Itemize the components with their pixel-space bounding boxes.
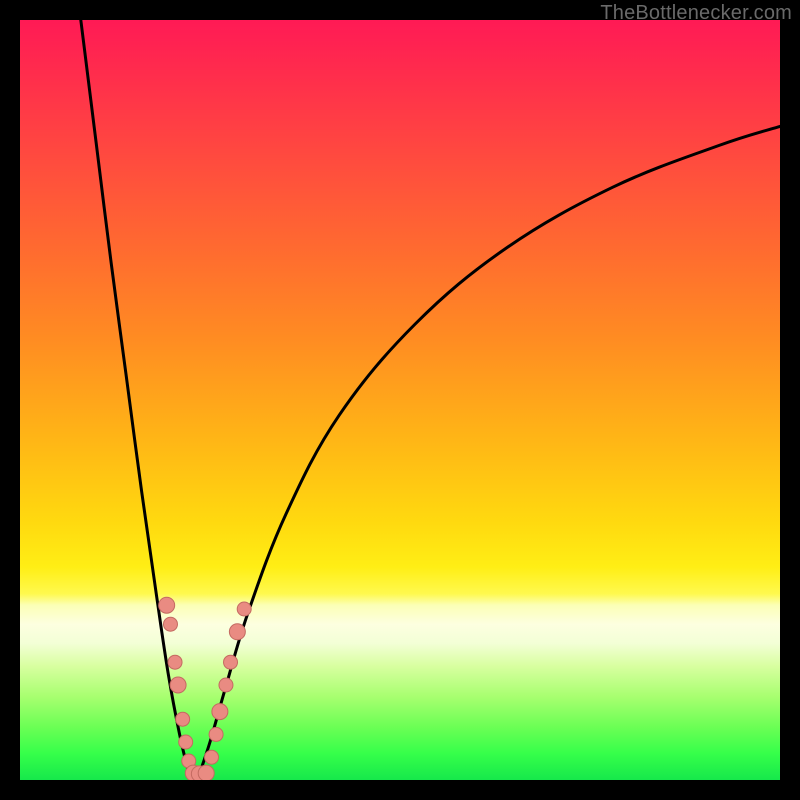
data-marker xyxy=(212,704,228,720)
data-marker xyxy=(168,655,182,669)
data-marker xyxy=(198,765,214,780)
data-marker xyxy=(176,712,190,726)
data-marker xyxy=(219,678,233,692)
data-marker xyxy=(179,735,193,749)
markers-group xyxy=(159,597,252,780)
data-marker xyxy=(209,727,223,741)
watermark-text: TheBottlenecker.com xyxy=(600,2,792,25)
data-marker xyxy=(159,597,175,613)
data-marker xyxy=(229,624,245,640)
data-marker xyxy=(170,677,186,693)
chart-frame: TheBottlenecker.com xyxy=(0,0,800,800)
curve-layer xyxy=(20,20,780,780)
curves-group xyxy=(81,20,780,776)
plot-area xyxy=(20,20,780,780)
data-marker xyxy=(237,602,251,616)
data-marker xyxy=(205,750,219,764)
data-marker xyxy=(224,655,238,669)
curve-right-branch xyxy=(199,126,780,776)
data-marker xyxy=(163,617,177,631)
